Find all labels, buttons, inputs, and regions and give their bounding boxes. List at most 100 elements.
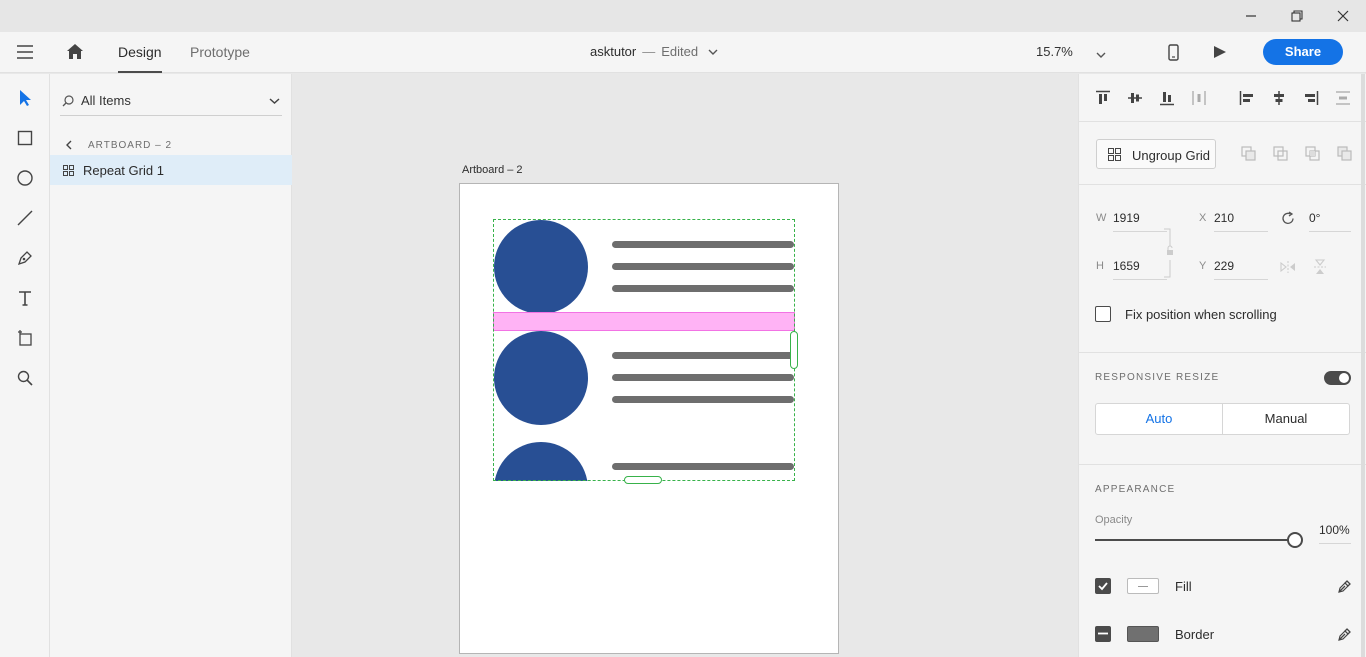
zoom-level[interactable]: 15.7%: [1036, 32, 1073, 73]
select-tool[interactable]: [14, 87, 36, 109]
artboard[interactable]: [459, 183, 839, 654]
chevron-down-icon: [1096, 52, 1106, 58]
tab-design[interactable]: Design: [118, 32, 162, 73]
fill-label: Fill: [1175, 579, 1192, 594]
opacity-slider-track[interactable]: [1095, 539, 1295, 541]
minimize-button[interactable]: [1228, 0, 1274, 32]
tools-toolbar: [0, 74, 50, 657]
eyedropper-icon: [1337, 579, 1351, 593]
rotation-field[interactable]: 0°: [1309, 211, 1351, 232]
mixed-value-icon: [1138, 586, 1148, 587]
boolean-add-button[interactable]: [1240, 145, 1258, 163]
design-canvas[interactable]: Artboard – 2: [293, 74, 1078, 657]
layer-item-repeat-grid[interactable]: Repeat Grid 1: [50, 155, 292, 185]
zoom-dropdown-button[interactable]: [1096, 47, 1106, 62]
rectangle-tool[interactable]: [14, 127, 36, 149]
repeat-grid-column-handle[interactable]: [790, 331, 798, 369]
align-right-button[interactable]: [1302, 89, 1320, 107]
align-bottom-button[interactable]: [1158, 89, 1176, 107]
repeat-grid-row-handle[interactable]: [624, 476, 662, 484]
y-field[interactable]: 229: [1214, 259, 1268, 280]
zoom-tool[interactable]: [14, 367, 36, 389]
opacity-field[interactable]: 100%: [1319, 523, 1351, 544]
boolean-add-icon: [1241, 146, 1256, 161]
fill-color-swatch[interactable]: [1127, 578, 1159, 594]
text-tool[interactable]: [14, 287, 36, 309]
boolean-subtract-button[interactable]: [1272, 145, 1290, 163]
document-title[interactable]: asktutor — Edited: [590, 32, 718, 73]
layer-item-label: Repeat Grid 1: [83, 163, 164, 178]
fill-checkbox[interactable]: [1095, 578, 1111, 594]
layers-panel: All Items ARTBOARD – 2 Repeat Grid 1: [50, 74, 292, 657]
hamburger-menu-button[interactable]: [16, 44, 34, 63]
flip-horizontal-icon: [1280, 261, 1295, 273]
artboard-label[interactable]: Artboard – 2: [462, 164, 523, 176]
app-header: Design Prototype asktutor — Edited 15.7% S…: [0, 32, 1366, 73]
rotate-icon: [1281, 210, 1294, 224]
inspector-scrollbar[interactable]: [1359, 74, 1366, 657]
chevron-down-icon: [269, 98, 280, 105]
width-label: W: [1096, 212, 1107, 224]
grid-icon: [1108, 148, 1121, 161]
boolean-intersect-icon: [1305, 146, 1320, 161]
ungroup-grid-label: Ungroup Grid: [1132, 148, 1211, 163]
opacity-slider-knob[interactable]: [1287, 532, 1303, 548]
border-eyedropper-button[interactable]: [1335, 625, 1353, 643]
repeat-grid-icon: [63, 165, 74, 176]
resize-auto-button[interactable]: Auto: [1095, 403, 1223, 435]
device-preview-button[interactable]: [1168, 44, 1179, 64]
tab-prototype[interactable]: Prototype: [190, 32, 250, 73]
ellipse-tool[interactable]: [14, 167, 36, 189]
ungroup-grid-button[interactable]: Ungroup Grid: [1096, 139, 1216, 169]
document-name: asktutor: [590, 44, 637, 59]
align-top-button[interactable]: [1094, 89, 1112, 107]
x-label: X: [1199, 212, 1207, 224]
pen-tool[interactable]: [14, 247, 36, 269]
border-color-swatch[interactable]: [1127, 626, 1159, 642]
boolean-exclude-button[interactable]: [1336, 145, 1354, 163]
line-icon: [17, 210, 33, 226]
home-icon: [67, 44, 83, 59]
height-field[interactable]: 1659: [1113, 259, 1167, 280]
rotate-button[interactable]: [1279, 209, 1297, 227]
restore-button[interactable]: [1274, 0, 1320, 32]
align-middle-icon: [1128, 93, 1142, 103]
flip-horizontal-button[interactable]: [1279, 258, 1297, 276]
layers-filter[interactable]: All Items: [60, 88, 282, 116]
home-button[interactable]: [66, 43, 84, 63]
fill-eyedropper-button[interactable]: [1335, 577, 1353, 595]
line-tool[interactable]: [14, 207, 36, 229]
resize-manual-button[interactable]: Manual: [1222, 403, 1350, 435]
align-center-button[interactable]: [1270, 89, 1288, 107]
x-field[interactable]: 210: [1214, 211, 1268, 232]
align-center-icon: [1274, 91, 1284, 105]
boolean-exclude-icon: [1337, 146, 1352, 161]
artboard-tool[interactable]: [14, 327, 36, 349]
align-bottom-icon: [1160, 92, 1174, 106]
chevron-down-icon: [708, 49, 718, 55]
distribute-horizontal-button[interactable]: [1190, 89, 1208, 107]
distribute-horizontal-icon: [1192, 91, 1206, 105]
border-checkbox[interactable]: [1095, 626, 1111, 642]
boolean-intersect-button[interactable]: [1304, 145, 1322, 163]
property-inspector: Ungroup Grid W 1919 X 210 0° H 1659 Y 22…: [1078, 74, 1366, 657]
window-title-bar: [0, 0, 1366, 32]
section-divider: [1079, 352, 1366, 353]
align-left-button[interactable]: [1238, 89, 1256, 107]
play-preview-button[interactable]: [1213, 45, 1227, 62]
responsive-resize-toggle[interactable]: [1324, 371, 1351, 385]
align-toolbar: [1079, 74, 1366, 122]
back-chevron-icon[interactable]: [65, 140, 73, 150]
artboard-icon: [18, 330, 32, 346]
distribute-vertical-button[interactable]: [1334, 89, 1352, 107]
magnifier-icon: [17, 370, 33, 386]
share-button[interactable]: Share: [1263, 39, 1343, 65]
distribute-vertical-icon: [1336, 91, 1350, 105]
fix-position-checkbox[interactable]: [1095, 306, 1111, 322]
align-middle-button[interactable]: [1126, 89, 1144, 107]
flip-vertical-button[interactable]: [1311, 258, 1329, 276]
layers-breadcrumb[interactable]: ARTBOARD – 2: [88, 140, 172, 151]
width-field[interactable]: 1919: [1113, 211, 1167, 232]
close-window-button[interactable]: [1320, 0, 1366, 32]
layers-filter-label: All Items: [81, 93, 131, 108]
